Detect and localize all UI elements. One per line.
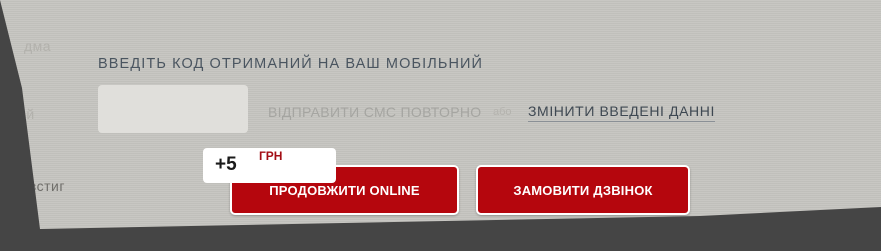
background-text: дма [24,38,52,54]
change-data-link[interactable]: ЗМІНИТИ ВВЕДЕНІ ДАННІ [528,103,715,122]
background-text: ДАЙ [4,202,35,218]
continue-online-label: ПРОДОВЖИТИ ONLINE [269,182,420,198]
separator-text: або [493,106,512,118]
modal-panel: дма ивай НЕ встиг ДАЙ ВВЕДІТЬ КОД ОТРИМА… [0,0,881,229]
code-instruction: ВВЕДІТЬ КОД ОТРИМАНИЙ НА ВАШ МОБІЛЬНИЙ [98,56,484,72]
background-text: НЕ встиг [4,178,65,194]
order-call-label: ЗАМОВИТИ ДЗВІНОК [513,182,653,198]
resend-sms-link[interactable]: ВІДПРАВИТИ СМС ПОВТОРНО [268,104,481,120]
sms-code-input[interactable] [98,85,248,133]
bonus-amount: +5 [215,154,237,175]
bonus-badge: +5 ГРН [203,148,336,183]
bonus-currency: ГРН [259,149,283,163]
background-text: ивай [2,106,35,122]
order-call-button[interactable]: ЗАМОВИТИ ДЗВІНОК [476,165,690,215]
